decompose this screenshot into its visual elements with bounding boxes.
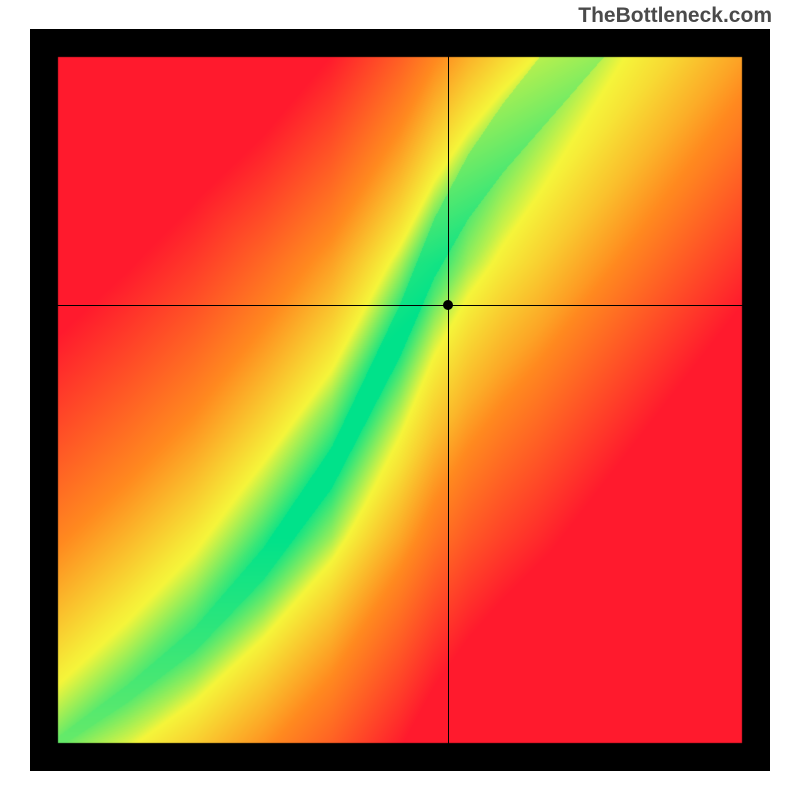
heatmap-canvas <box>30 29 770 771</box>
chart-container: TheBottleneck.com <box>0 0 800 800</box>
data-point-marker <box>443 300 453 310</box>
watermark-text: TheBottleneck.com <box>578 4 772 28</box>
plot-area <box>30 29 770 771</box>
crosshair-vertical <box>448 29 449 771</box>
crosshair-horizontal <box>30 305 770 306</box>
